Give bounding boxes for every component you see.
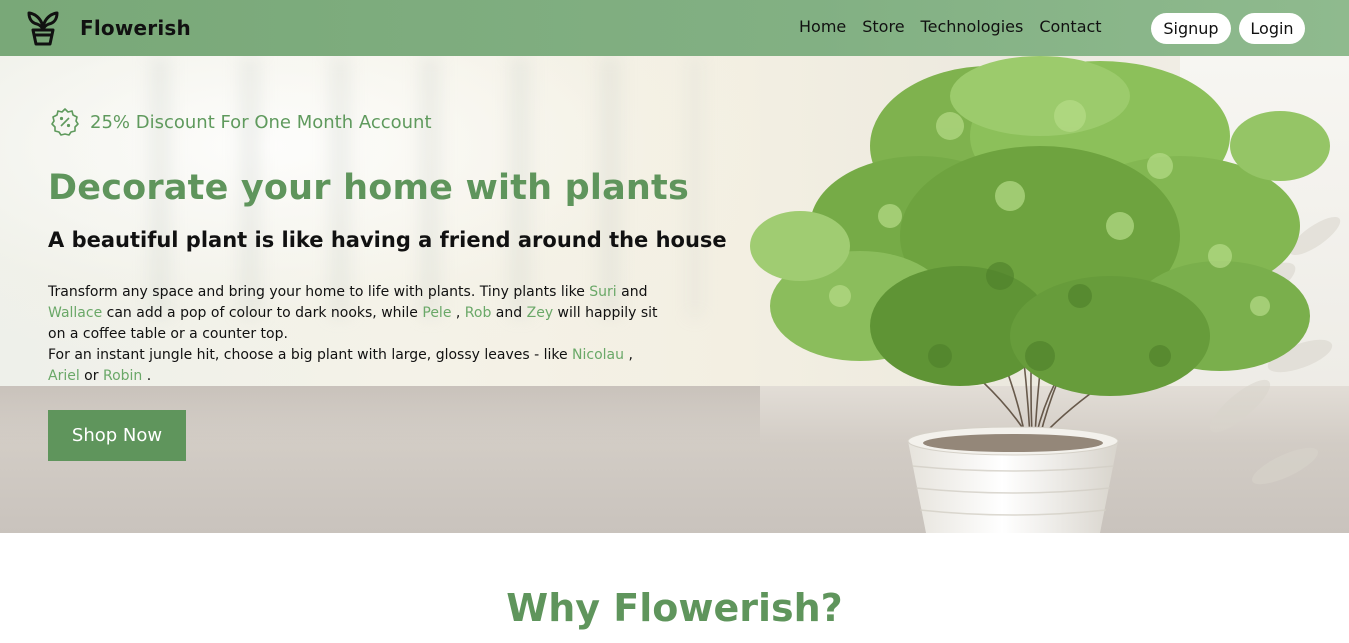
body-text: will happily sit: [553, 305, 658, 321]
nav-home-link[interactable]: Home: [799, 17, 846, 36]
hero-description-line: For an instant jungle hit, choose a big …: [48, 345, 668, 366]
hero-description-line: on a coffee table or a counter top.: [48, 326, 288, 342]
navbar: Flowerish Home Store Technologies Contac…: [0, 0, 1349, 56]
hero-description-line: Wallace can add a pop of colour to dark …: [48, 303, 668, 324]
hero-plant-image: [750, 56, 1341, 533]
signup-button[interactable]: Signup: [1151, 13, 1231, 44]
body-text: can add a pop of colour to dark nooks, w…: [102, 305, 423, 321]
body-text: Transform any space and bring your home …: [48, 284, 590, 300]
sprout-pot-icon: [27, 11, 59, 46]
body-text: or: [79, 368, 103, 384]
nav-contact-link[interactable]: Contact: [1039, 17, 1101, 36]
hero-description-line: Ariel or Robin .: [48, 366, 668, 387]
body-text: and: [616, 284, 648, 300]
hero-description: Transform any space and bring your home …: [48, 282, 668, 387]
nav-store-link[interactable]: Store: [862, 17, 904, 36]
discount-banner: 25% Discount For One Month Account: [50, 107, 432, 137]
login-button[interactable]: Login: [1239, 13, 1305, 44]
plant-link-wallace[interactable]: Wallace: [48, 305, 102, 321]
body-text: ,: [451, 305, 465, 321]
shop-now-button[interactable]: Shop Now: [48, 410, 186, 461]
nav-links: Home Store Technologies Contact: [799, 17, 1118, 36]
discount-text: 25% Discount For One Month Account: [90, 111, 432, 133]
nav-technologies-link[interactable]: Technologies: [921, 17, 1024, 36]
body-text: For an instant jungle hit, choose a big …: [48, 347, 573, 363]
plant-link-pele[interactable]: Pele: [422, 305, 451, 321]
body-text: and: [491, 305, 527, 321]
plant-link-suri[interactable]: Suri: [589, 284, 616, 300]
brand-name: Flowerish: [80, 16, 191, 40]
body-text: .: [142, 368, 152, 384]
hero-description-line: Transform any space and bring your home …: [48, 282, 668, 303]
hero-subtitle: A beautiful plant is like having a frien…: [48, 228, 727, 252]
body-text: ,: [624, 347, 633, 363]
plant-link-nicolau[interactable]: Nicolau: [572, 347, 624, 363]
hero-section: 25% Discount For One Month Account Decor…: [0, 56, 1349, 533]
discount-badge-icon: [51, 108, 79, 136]
plant-link-ariel[interactable]: Ariel: [48, 368, 80, 384]
hero-title: Decorate your home with plants: [48, 168, 690, 208]
plant-link-rob[interactable]: Rob: [465, 305, 492, 321]
plant-link-robin[interactable]: Robin: [103, 368, 142, 384]
plant-link-zey[interactable]: Zey: [527, 305, 554, 321]
brand[interactable]: Flowerish: [26, 10, 191, 46]
why-section-title: Why Flowerish?: [506, 586, 843, 630]
